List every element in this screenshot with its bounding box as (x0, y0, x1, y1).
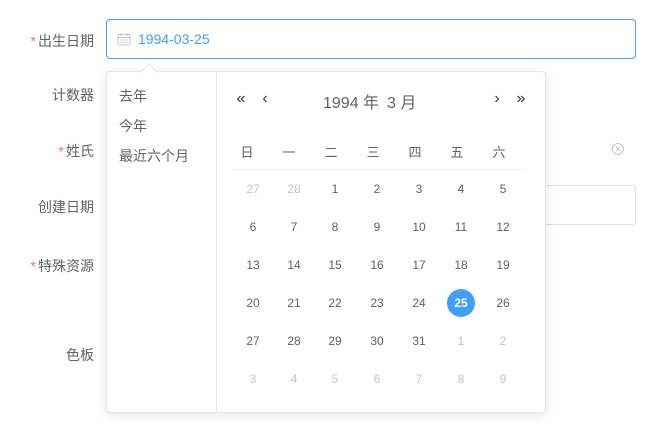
day-cell[interactable]: 17 (405, 251, 433, 279)
birth-date-input[interactable]: 1994-03-25 (106, 19, 636, 59)
day-cell[interactable]: 13 (239, 251, 267, 279)
day-cell[interactable]: 30 (363, 327, 391, 355)
created-date-input[interactable] (540, 185, 636, 225)
created-date-label: 创建日期 (38, 199, 94, 215)
date-picker-panel: 去年 今年 最近六个月 « ‹ 1994 年 3 月 › » 日 一 二 三 四 … (106, 63, 546, 413)
day-cell[interactable]: 16 (363, 251, 391, 279)
day-cell[interactable]: 29 (321, 327, 349, 355)
day-cell[interactable]: 5 (489, 175, 517, 203)
palette-label: 色板 (66, 347, 94, 363)
next-month-button[interactable]: › (489, 89, 505, 109)
day-cell-other-month[interactable]: 5 (321, 365, 349, 393)
day-cell[interactable]: 23 (363, 289, 391, 317)
day-cell[interactable]: 14 (280, 251, 308, 279)
day-cell[interactable]: 9 (363, 213, 391, 241)
day-cell[interactable]: 1 (321, 175, 349, 203)
day-cell[interactable]: 10 (405, 213, 433, 241)
shortcut-last-year[interactable]: 去年 (119, 86, 147, 106)
shortcut-last-six-months[interactable]: 最近六个月 (119, 146, 189, 166)
day-cell[interactable]: 4 (447, 175, 475, 203)
picker-header-title: 1994 年 3 月 (323, 89, 416, 113)
day-cell-other-month[interactable]: 3 (239, 365, 267, 393)
day-cell[interactable]: 31 (405, 327, 433, 355)
day-cell[interactable]: 6 (239, 213, 267, 241)
birth-date-label: * 出生日期 (30, 33, 94, 49)
calendar-icon (117, 33, 131, 46)
required-mark: * (30, 33, 36, 49)
day-cell[interactable]: 24 (405, 289, 433, 317)
weekday-label: 日 (240, 145, 254, 160)
day-cell[interactable]: 3 (405, 175, 433, 203)
day-cell-other-month[interactable]: 6 (363, 365, 391, 393)
day-cell[interactable]: 20 (239, 289, 267, 317)
day-cell-other-month[interactable]: 9 (489, 365, 517, 393)
month-label[interactable]: 3 月 (387, 95, 416, 112)
day-cell[interactable]: 12 (489, 213, 517, 241)
special-resource-label: * 特殊资源 (30, 258, 94, 274)
prev-year-button[interactable]: « (233, 89, 249, 109)
day-cell-other-month[interactable]: 28 (280, 175, 308, 203)
day-cell[interactable]: 11 (447, 213, 475, 241)
day-cell[interactable]: 19 (489, 251, 517, 279)
prev-month-button[interactable]: ‹ (257, 89, 273, 109)
weekday-label: 六 (492, 145, 506, 160)
day-cell-other-month[interactable]: 27 (239, 175, 267, 203)
day-cell-other-month[interactable]: 1 (447, 327, 475, 355)
day-cell-other-month[interactable]: 8 (447, 365, 475, 393)
weekday-label: 五 (450, 145, 464, 160)
day-cell[interactable]: 18 (447, 251, 475, 279)
day-cell[interactable]: 15 (321, 251, 349, 279)
weekday-label: 四 (408, 145, 422, 160)
day-cell[interactable]: 28 (280, 327, 308, 355)
surname-label: * 姓氏 (58, 143, 94, 159)
birth-date-value: 1994-03-25 (138, 31, 210, 47)
day-cell-selected[interactable]: 25 (447, 289, 475, 317)
day-cell[interactable]: 8 (321, 213, 349, 241)
required-mark: * (30, 258, 36, 274)
day-cell-other-month[interactable]: 4 (280, 365, 308, 393)
day-cell[interactable]: 2 (363, 175, 391, 203)
day-cell[interactable]: 7 (280, 213, 308, 241)
weekday-label: 一 (282, 145, 296, 160)
weekday-label: 二 (324, 145, 338, 160)
clear-icon[interactable] (611, 142, 625, 156)
day-cell[interactable]: 27 (239, 327, 267, 355)
weekday-header: 日 一 二 三 四 五 六 (233, 142, 525, 170)
day-cell-other-month[interactable]: 2 (489, 327, 517, 355)
day-cell[interactable]: 22 (321, 289, 349, 317)
required-mark: * (58, 143, 64, 159)
day-cell[interactable]: 26 (489, 289, 517, 317)
year-label[interactable]: 1994 年 (323, 95, 379, 112)
day-cell[interactable]: 21 (280, 289, 308, 317)
counter-label: 计数器 (52, 87, 94, 103)
day-cell-other-month[interactable]: 7 (405, 365, 433, 393)
shortcut-this-year[interactable]: 今年 (119, 116, 147, 136)
next-year-button[interactable]: » (513, 89, 529, 109)
weekday-label: 三 (366, 145, 380, 160)
shortcut-sidebar: 去年 今年 最近六个月 (107, 72, 217, 412)
